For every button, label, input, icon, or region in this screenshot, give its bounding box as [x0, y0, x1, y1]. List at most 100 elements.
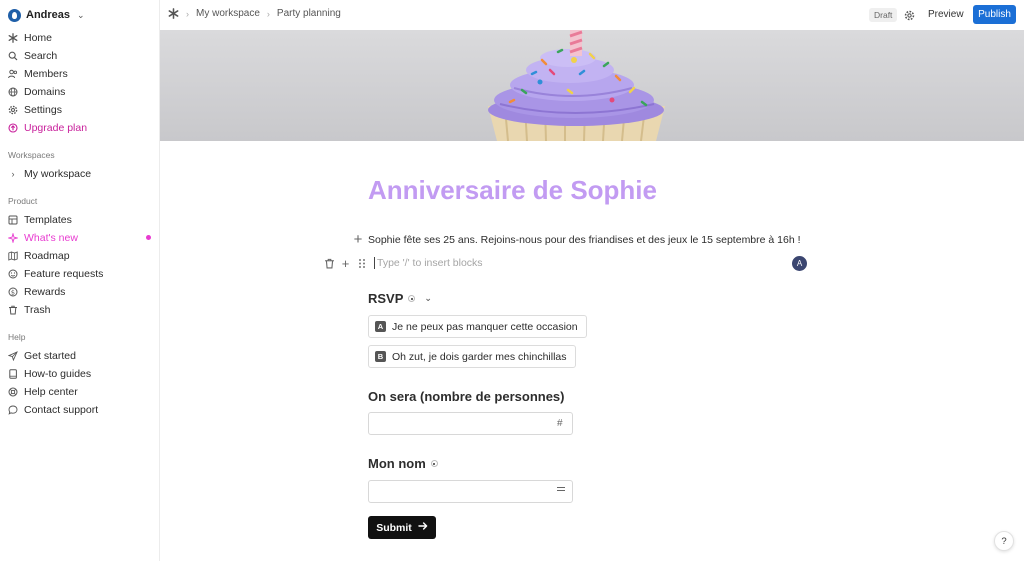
status-badge: Draft [869, 8, 898, 22]
account-avatar [8, 8, 21, 22]
short-text-icon [556, 485, 566, 496]
arrow-right-icon [418, 521, 428, 534]
breadcrumb: › My workspace › Party planning [168, 8, 341, 19]
submit-button[interactable]: Submit [368, 516, 436, 539]
sidebar-item-get-started[interactable]: Get started [8, 348, 76, 364]
workspace-logo-icon[interactable] [168, 8, 179, 19]
question-rsvp: RSVP ⌄ [368, 291, 432, 306]
name-text-input[interactable] [368, 480, 573, 503]
breadcrumb-workspace[interactable]: My workspace [196, 8, 260, 19]
sidebar-item-trash[interactable]: Trash [8, 302, 50, 318]
help-header: Help [8, 332, 26, 342]
sidebar-item-settings[interactable]: Settings [8, 102, 62, 118]
chevron-down-icon[interactable]: ⌄ [424, 293, 432, 304]
sidebar-item-label: Help center [24, 386, 78, 398]
collaborator-avatar[interactable]: A [792, 256, 807, 271]
sidebar-item-label: Feature requests [24, 268, 104, 280]
globe-icon [8, 87, 18, 97]
sidebar-item-label: Trash [24, 304, 51, 316]
chat-icon [8, 405, 18, 415]
sidebar-item-whats-new[interactable]: What's new [8, 230, 78, 246]
sidebar-item-help-center[interactable]: Help center [8, 384, 78, 400]
sidebar-item-roadmap[interactable]: Roadmap [8, 248, 70, 264]
page-title[interactable]: Anniversaire de Sophie [368, 175, 657, 206]
home-icon [8, 33, 18, 43]
product-header: Product [8, 196, 38, 206]
sidebar-item-label: Search [24, 50, 58, 62]
question-name: Mon nom [368, 456, 438, 471]
account-switcher[interactable]: Andreas ⌄ [8, 7, 85, 23]
help-button[interactable]: ? [994, 531, 1014, 551]
insert-block-input[interactable]: Type '/' to insert blocks [374, 257, 483, 269]
sidebar-item-label: What's new [24, 232, 78, 244]
sidebar-item-rewards[interactable]: $ Rewards [8, 284, 65, 300]
trash-icon [8, 305, 18, 315]
sidebar-item-label: Domains [24, 86, 66, 98]
trash-icon[interactable] [324, 258, 335, 269]
chevron-right-icon[interactable]: › [8, 169, 18, 179]
publish-button[interactable]: Publish [973, 5, 1016, 24]
templates-icon [8, 215, 18, 225]
members-icon [8, 69, 18, 79]
gear-icon[interactable] [904, 9, 915, 21]
description-text[interactable]: Sophie fête ses 25 ans. Rejoins-nous pou… [368, 234, 801, 246]
plus-icon[interactable]: + [352, 232, 364, 247]
sidebar-item-feature-requests[interactable]: Feature requests [8, 266, 103, 282]
upgrade-icon [8, 123, 18, 133]
sidebar-item-label: Roadmap [24, 250, 70, 262]
sidebar-item-templates[interactable]: Templates [8, 212, 72, 228]
map-icon [8, 251, 18, 261]
sidebar-item-label: My workspace [24, 168, 92, 180]
feature-request-icon [8, 269, 18, 279]
lifebuoy-icon [8, 387, 18, 397]
choice-option-b[interactable]: B Oh zut, je dois garder mes chinchillas [368, 345, 576, 368]
gear-icon [8, 105, 18, 115]
sidebar-item-label: Get started [24, 350, 76, 362]
sidebar-item-label: Templates [24, 214, 72, 226]
required-indicator-icon [408, 295, 416, 302]
choice-label: Je ne peux pas manquer cette occasion [392, 320, 578, 333]
guests-number-input[interactable] [368, 412, 573, 435]
choice-key: B [375, 351, 386, 362]
choice-key: A [375, 321, 386, 332]
breadcrumb-page[interactable]: Party planning [277, 8, 341, 19]
sidebar-item-how-to-guides[interactable]: How-to guides [8, 366, 91, 382]
chevron-right-icon: › [266, 8, 270, 19]
new-indicator-dot [146, 235, 151, 240]
book-icon [8, 369, 18, 379]
choice-label: Oh zut, je dois garder mes chinchillas [392, 350, 567, 363]
workspaces-header: Workspaces [8, 150, 55, 160]
sidebar-item-label: How-to guides [24, 368, 92, 380]
question-label: On sera (nombre de personnes) [368, 389, 565, 404]
top-bar: › My workspace › Party planning Draft Pr… [160, 0, 1024, 30]
cover-image[interactable] [160, 30, 1024, 141]
sidebar-item-my-workspace[interactable]: › My workspace [8, 166, 92, 182]
sidebar-item-domains[interactable]: Domains [8, 84, 65, 100]
question-label: RSVP [368, 291, 404, 306]
sidebar-item-upgrade-plan[interactable]: Upgrade plan [8, 120, 87, 136]
question-label: Mon nom [368, 456, 426, 471]
sidebar-item-contact-support[interactable]: Contact support [8, 402, 98, 418]
sidebar-item-label: Settings [24, 104, 62, 116]
sidebar-item-label: Home [24, 32, 53, 44]
sidebar-item-label: Members [24, 68, 68, 80]
send-icon [8, 351, 18, 361]
cupcake-illustration [488, 30, 665, 141]
sidebar-item-search[interactable]: Search [8, 48, 57, 64]
chevron-down-icon: ⌄ [77, 9, 85, 20]
choice-option-a[interactable]: A Je ne peux pas manquer cette occasion [368, 315, 587, 338]
sidebar-item-members[interactable]: Members [8, 66, 68, 82]
submit-label: Submit [376, 521, 412, 534]
sparkle-icon [8, 233, 18, 243]
drag-handle-icon[interactable] [356, 258, 367, 269]
question-guests: On sera (nombre de personnes) [368, 389, 565, 404]
rewards-icon: $ [8, 287, 18, 297]
preview-button[interactable]: Preview [928, 9, 964, 20]
search-icon [8, 51, 18, 61]
plus-icon[interactable]: + [340, 256, 351, 271]
chevron-right-icon: › [186, 8, 189, 19]
sidebar-item-label: Rewards [24, 286, 66, 298]
insert-block-row: + Type '/' to insert blocks [324, 256, 483, 271]
sidebar-item-home[interactable]: Home [8, 30, 52, 46]
sidebar-item-label: Upgrade plan [24, 122, 88, 134]
